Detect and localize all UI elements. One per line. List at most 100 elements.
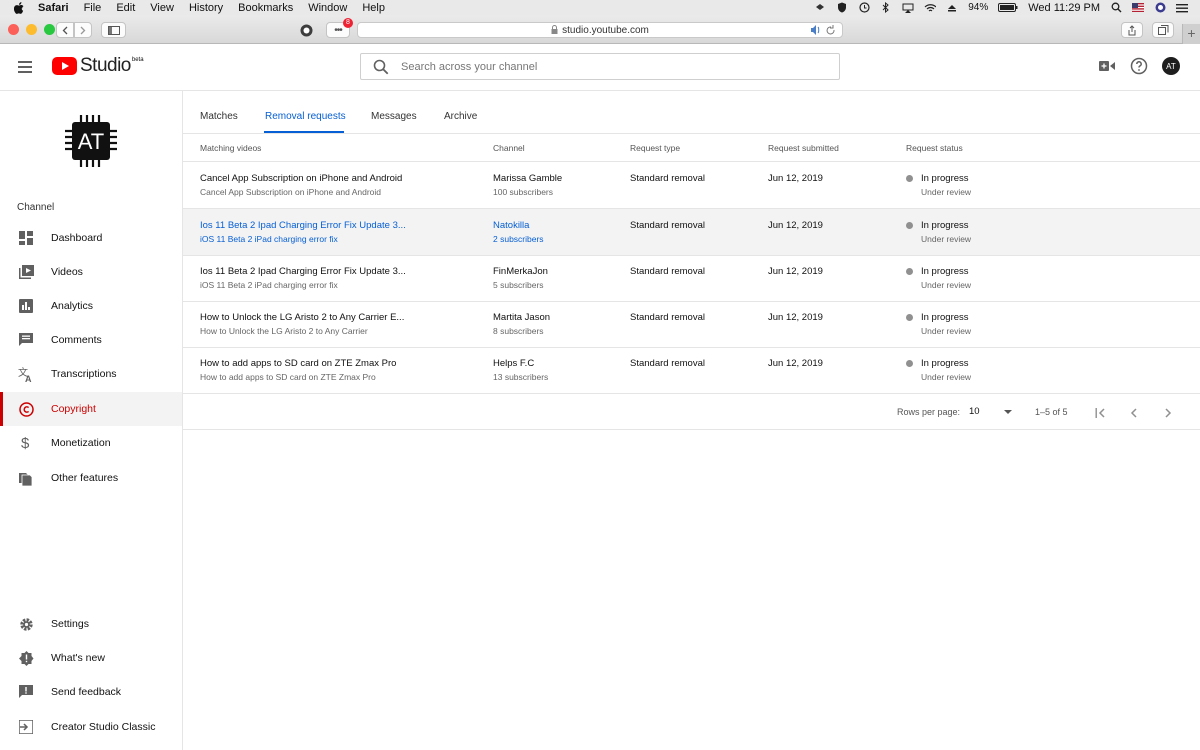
search-icon[interactable]	[373, 59, 389, 75]
back-button[interactable]	[56, 22, 74, 38]
menu-bookmarks[interactable]: Bookmarks	[238, 2, 293, 14]
account-avatar[interactable]: AT	[1162, 57, 1180, 75]
first-page-icon[interactable]	[1093, 406, 1107, 420]
tab-matches[interactable]: Matches	[200, 111, 238, 122]
channel-subscribers: 8 subscribers	[493, 326, 544, 336]
channel-name[interactable]: Marissa Gamble	[493, 173, 562, 184]
channel-name[interactable]: Martita Jason	[493, 312, 550, 323]
menu-file[interactable]: File	[84, 2, 102, 14]
sidebar-item-analytics[interactable]: Analytics	[0, 289, 182, 323]
create-video-icon[interactable]	[1098, 57, 1116, 75]
new-tab-button[interactable]: +	[1182, 24, 1200, 44]
minimize-window-icon[interactable]	[26, 24, 37, 35]
pagination-range: 1–5 of 5	[1035, 407, 1068, 417]
previous-page-icon[interactable]	[1127, 406, 1141, 420]
extension-button[interactable]	[297, 22, 315, 38]
table-row[interactable]: Ios 11 Beta 2 Ipad Charging Error Fix Up…	[183, 255, 1200, 302]
channel-name[interactable]: Natokilla	[493, 220, 529, 231]
sidebar-item-copyright[interactable]: Copyright	[0, 392, 182, 426]
menu-hamburger-icon[interactable]	[18, 61, 32, 76]
forward-button[interactable]	[74, 22, 92, 38]
video-subtitle: Cancel App Subscription on iPhone and An…	[200, 187, 381, 197]
audio-reload-icons[interactable]	[810, 24, 836, 39]
menu-app-name[interactable]: Safari	[38, 2, 69, 14]
close-window-icon[interactable]	[8, 24, 19, 35]
menu-edit[interactable]: Edit	[116, 2, 135, 14]
next-page-icon[interactable]	[1161, 406, 1175, 420]
feedback-icon	[18, 684, 34, 700]
menu-help[interactable]: Help	[362, 2, 385, 14]
dollar-icon: $	[18, 435, 34, 451]
sidebar-item-transcriptions[interactable]: 文A Transcriptions	[0, 357, 182, 391]
request-status-detail: Under review	[921, 326, 972, 336]
video-title[interactable]: How to Unlock the LG Aristo 2 to Any Car…	[200, 312, 404, 323]
tab-archive[interactable]: Archive	[444, 111, 477, 122]
table-row[interactable]: How to add apps to SD card on ZTE Zmax P…	[183, 347, 1200, 394]
video-subtitle: How to add apps to SD card on ZTE Zmax P…	[200, 372, 376, 382]
request-submitted: Jun 12, 2019	[768, 173, 823, 184]
zoom-window-icon[interactable]	[44, 24, 55, 35]
sidebar-item-whats-new[interactable]: What's new	[0, 641, 182, 675]
channel-name[interactable]: Helps F.C	[493, 358, 534, 369]
settings-gear-icon	[18, 616, 34, 632]
us-flag-icon[interactable]	[1132, 2, 1144, 13]
battery-icon[interactable]	[998, 2, 1018, 13]
help-icon[interactable]	[1130, 57, 1148, 75]
sidebar-item-comments[interactable]: Comments	[0, 323, 182, 357]
comments-icon	[18, 332, 34, 348]
wifi-icon[interactable]	[924, 2, 937, 13]
sidebar-item-settings[interactable]: Settings	[0, 607, 182, 641]
table-pagination: Rows per page: 10 1–5 of 5	[183, 394, 1200, 430]
bluetooth-icon[interactable]	[880, 2, 892, 13]
sidebar-item-videos[interactable]: Videos	[0, 255, 182, 289]
menu-view[interactable]: View	[150, 2, 174, 14]
video-title[interactable]: Ios 11 Beta 2 Ipad Charging Error Fix Up…	[200, 266, 406, 277]
sidebar-item-creator-studio-classic[interactable]: Creator Studio Classic	[0, 710, 182, 744]
video-title[interactable]: How to add apps to SD card on ZTE Zmax P…	[200, 358, 396, 369]
video-title[interactable]: Cancel App Subscription on iPhone and An…	[200, 173, 402, 184]
menu-history[interactable]: History	[189, 2, 223, 14]
menu-window[interactable]: Window	[308, 2, 347, 14]
sidebar-item-label: Other features	[51, 472, 119, 484]
shield-icon[interactable]	[836, 2, 848, 13]
channel-search-box[interactable]	[360, 53, 840, 80]
eject-icon[interactable]	[946, 2, 958, 13]
sidebar-item-dashboard[interactable]: Dashboard	[0, 221, 182, 255]
request-status: In progress	[921, 312, 969, 323]
tabs-overview-button[interactable]	[1152, 22, 1174, 38]
table-row[interactable]: How to Unlock the LG Aristo 2 to Any Car…	[183, 301, 1200, 348]
sidebar-toggle-button[interactable]	[101, 22, 126, 38]
airplay-icon[interactable]	[902, 2, 914, 13]
youtube-studio-logo[interactable]: Studio beta	[52, 56, 144, 75]
tab-messages[interactable]: Messages	[371, 111, 417, 122]
rows-per-page-label: Rows per page:	[897, 407, 961, 417]
column-header-request-submitted: Request submitted	[768, 143, 839, 153]
search-input[interactable]	[401, 60, 801, 73]
sidebar-item-other-features[interactable]: Other features	[0, 461, 182, 495]
rows-per-page-select[interactable]: 10	[969, 406, 980, 417]
share-button[interactable]	[1121, 22, 1143, 38]
table-row[interactable]: Ios 11 Beta 2 Ipad Charging Error Fix Up…	[183, 209, 1200, 256]
video-title[interactable]: Ios 11 Beta 2 Ipad Charging Error Fix Up…	[200, 220, 406, 231]
channel-name[interactable]: FinMerkaJon	[493, 266, 548, 277]
clock-icon[interactable]	[858, 2, 870, 13]
tab-removal-requests[interactable]: Removal requests	[265, 111, 346, 122]
siri-user-icon[interactable]	[1154, 2, 1166, 13]
dropbox-icon[interactable]	[814, 2, 826, 13]
menu-clock[interactable]: Wed 11:29 PM	[1028, 2, 1100, 14]
rows-per-page-dropdown-icon[interactable]	[1004, 410, 1012, 414]
address-bar[interactable]: studio.youtube.com	[357, 22, 843, 38]
sidebar-item-label: Monetization	[51, 437, 111, 449]
notification-center-icon[interactable]	[1176, 2, 1188, 13]
status-dot-icon	[906, 175, 913, 182]
channel-avatar[interactable]: AT	[61, 111, 121, 171]
sidebar-item-label: Videos	[51, 266, 83, 278]
sidebar-item-monetization[interactable]: $ Monetization	[0, 426, 182, 460]
more-extensions-button[interactable]: ••• 8	[326, 18, 353, 38]
channel-subscribers: 2 subscribers	[493, 234, 544, 244]
table-row[interactable]: Cancel App Subscription on iPhone and An…	[183, 162, 1200, 209]
spotlight-search-icon[interactable]	[1110, 2, 1122, 13]
apple-icon[interactable]	[14, 1, 28, 14]
sidebar-item-send-feedback[interactable]: Send feedback	[0, 675, 182, 709]
dashboard-icon	[18, 230, 34, 246]
